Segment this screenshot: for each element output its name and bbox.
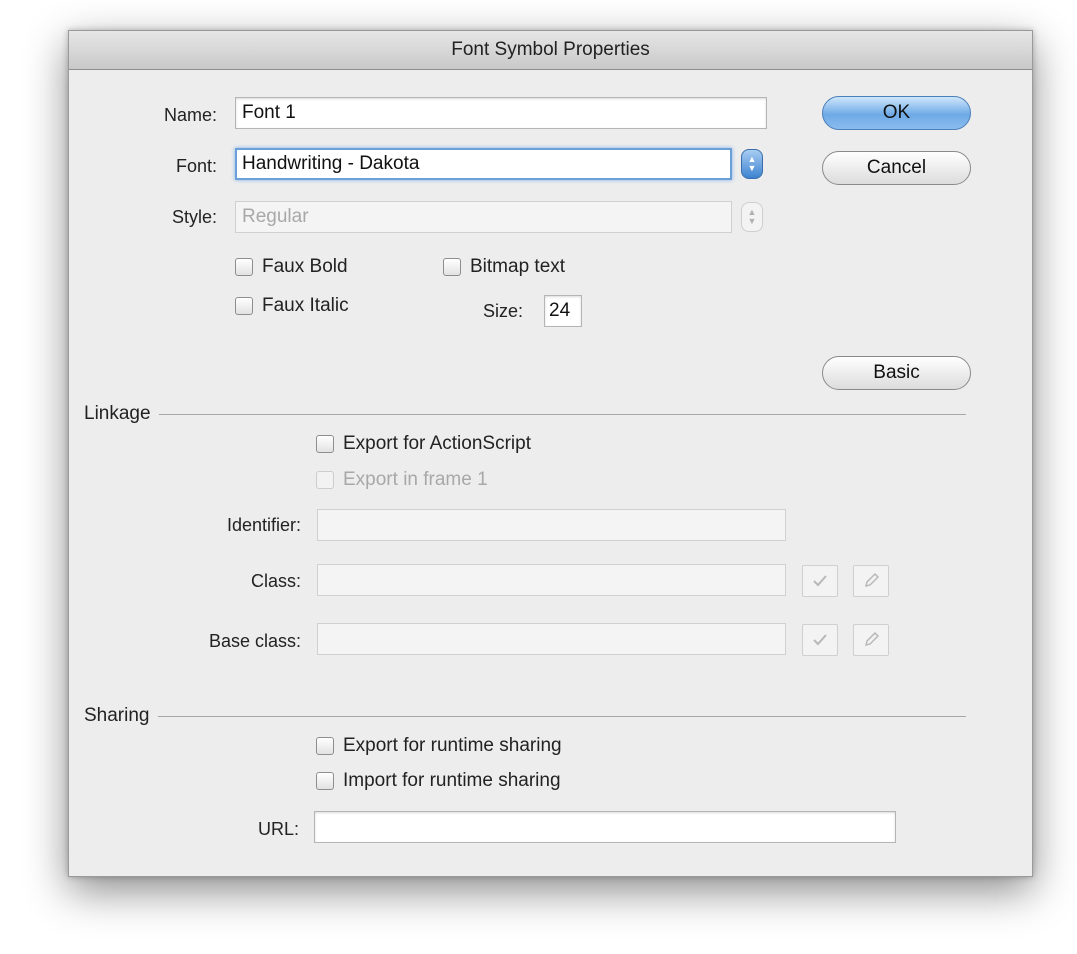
class-label: Class:	[250, 571, 301, 591]
checkmark-icon	[813, 634, 827, 646]
import-runtime-checkbox[interactable]: Import for runtime sharing	[316, 770, 561, 792]
import-runtime-label: Import for runtime sharing	[343, 770, 561, 791]
checkmark-icon	[813, 575, 827, 587]
pencil-icon	[864, 631, 880, 647]
checkbox-box[interactable]	[443, 258, 461, 276]
section-divider	[157, 715, 966, 717]
size-label: Size:	[483, 301, 524, 321]
name-label: Name:	[163, 105, 217, 125]
export-actionscript-checkbox[interactable]: Export for ActionScript	[316, 433, 531, 455]
section-divider	[158, 413, 966, 415]
pencil-icon	[864, 572, 880, 588]
export-frame1-checkbox[interactable]: Export in frame 1	[316, 469, 488, 491]
edit-class-button[interactable]	[853, 565, 889, 597]
export-runtime-checkbox[interactable]: Export for runtime sharing	[316, 735, 562, 757]
faux-italic-label: Faux Italic	[262, 295, 349, 316]
export-frame1-label: Export in frame 1	[343, 469, 488, 490]
bitmap-text-label: Bitmap text	[470, 256, 566, 277]
ok-button[interactable]: OK	[822, 96, 971, 130]
checkbox-box[interactable]	[316, 471, 334, 489]
checkbox-box[interactable]	[316, 737, 334, 755]
basic-button[interactable]: Basic	[822, 356, 971, 390]
linkage-title: Linkage	[84, 403, 151, 424]
class-input[interactable]	[317, 564, 786, 596]
checkbox-box[interactable]	[235, 258, 253, 276]
identifier-label: Identifier:	[226, 515, 301, 535]
url-label: URL:	[257, 819, 299, 839]
validate-class-button[interactable]	[802, 565, 838, 597]
export-actionscript-label: Export for ActionScript	[343, 433, 531, 454]
faux-italic-checkbox[interactable]: Faux Italic	[235, 295, 349, 317]
edit-base-class-button[interactable]	[853, 624, 889, 656]
identifier-input[interactable]	[317, 509, 786, 541]
style-select[interactable]: Regular	[235, 201, 732, 233]
bitmap-text-checkbox[interactable]: Bitmap text	[443, 256, 565, 278]
checkbox-box[interactable]	[235, 297, 253, 315]
faux-bold-checkbox[interactable]: Faux Bold	[235, 256, 348, 278]
chevron-down-icon: ▼	[747, 163, 757, 173]
dialog-title: Font Symbol Properties	[69, 31, 1032, 70]
font-stepper[interactable]: ▲ ▼	[741, 149, 763, 179]
name-input[interactable]: Font 1	[235, 97, 767, 129]
checkbox-box[interactable]	[316, 435, 334, 453]
style-stepper[interactable]: ▲ ▼	[741, 202, 763, 232]
export-runtime-label: Export for runtime sharing	[343, 735, 562, 756]
url-input[interactable]	[314, 811, 896, 843]
sharing-title: Sharing	[84, 705, 150, 726]
checkbox-box[interactable]	[316, 772, 334, 790]
validate-base-class-button[interactable]	[802, 624, 838, 656]
cancel-button[interactable]: Cancel	[822, 151, 971, 185]
sharing-section-header: Sharing	[84, 705, 966, 727]
style-label: Style:	[171, 207, 217, 227]
linkage-section-header: Linkage	[84, 403, 966, 425]
font-symbol-properties-dialog: Font Symbol Properties Name: Font 1 Font…	[68, 30, 1033, 877]
font-select[interactable]: Handwriting - Dakota	[235, 148, 732, 180]
chevron-down-icon: ▼	[747, 216, 757, 226]
size-input[interactable]: 24	[544, 295, 582, 327]
font-label: Font:	[175, 156, 217, 176]
base-class-label: Base class:	[208, 631, 301, 651]
base-class-input[interactable]	[317, 623, 786, 655]
faux-bold-label: Faux Bold	[262, 256, 348, 277]
